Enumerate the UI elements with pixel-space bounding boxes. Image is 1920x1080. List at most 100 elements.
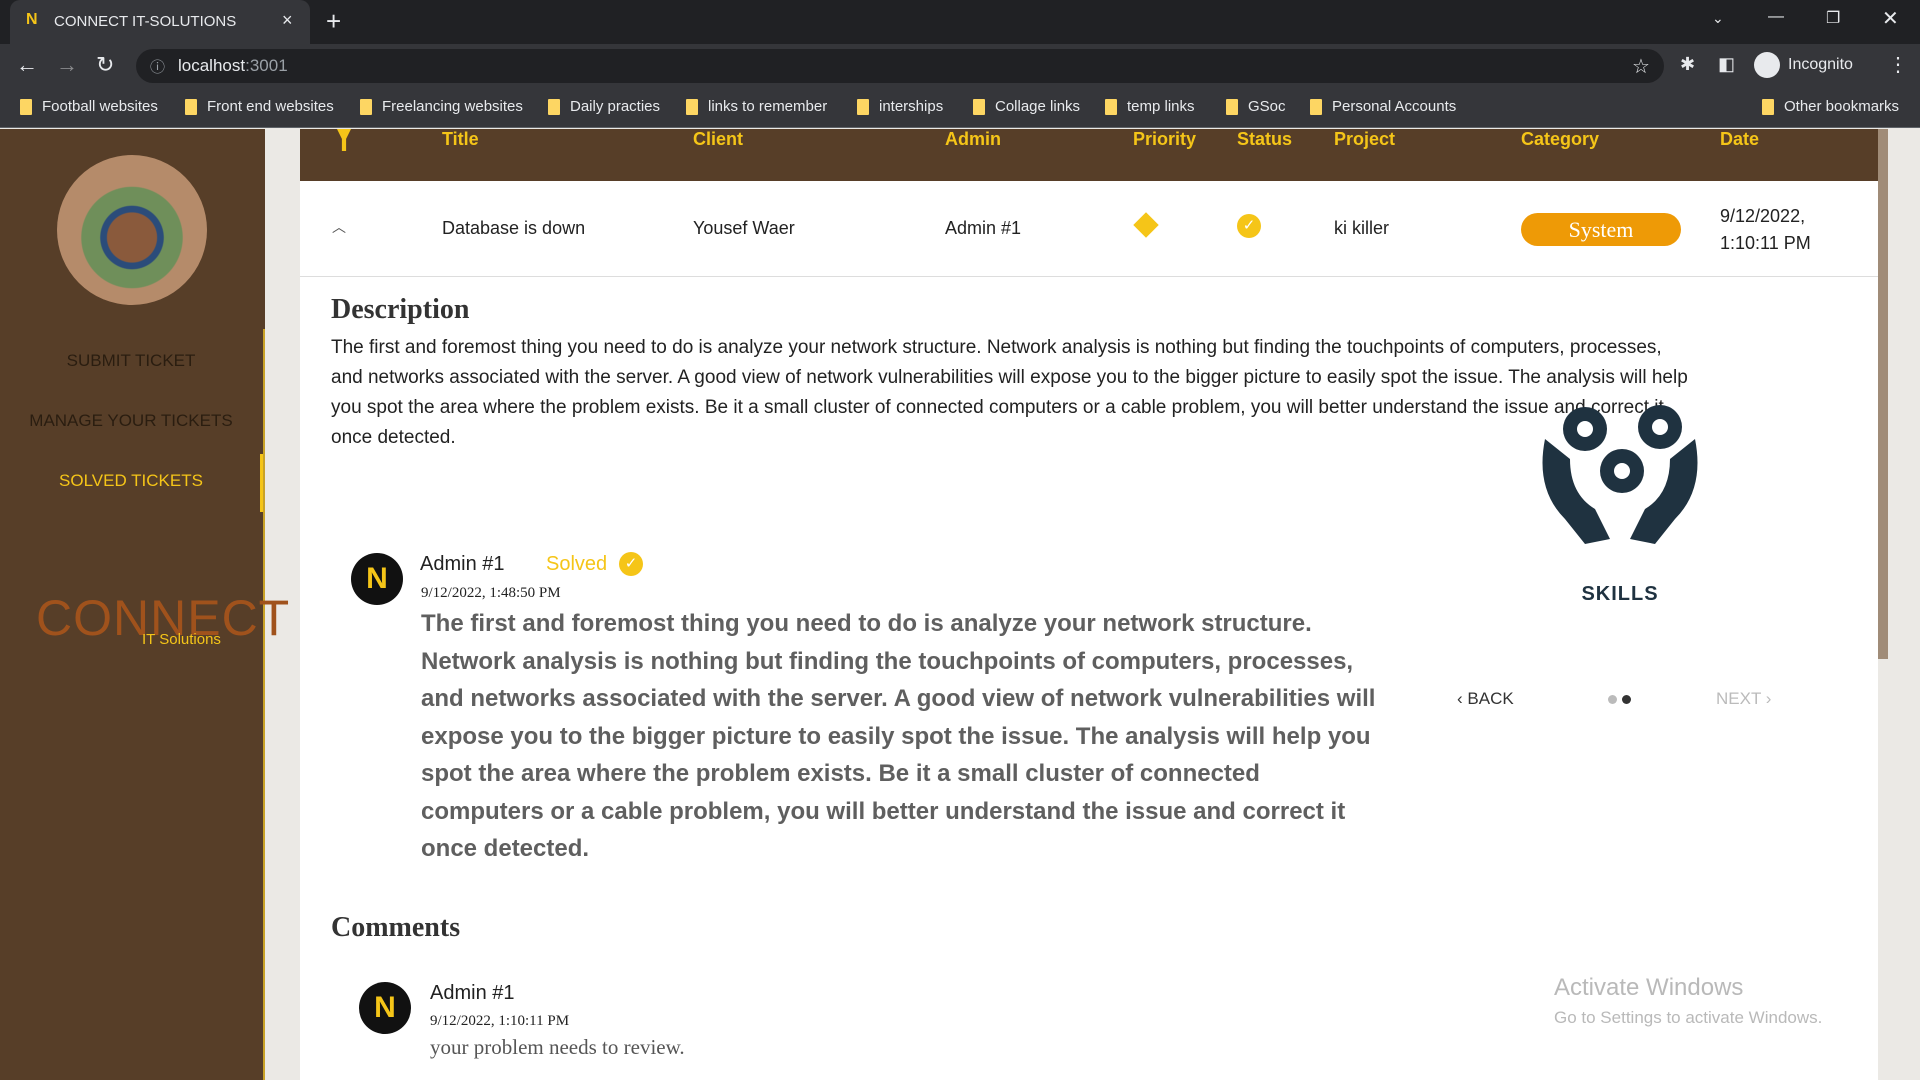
header-priority[interactable]: Priority	[1133, 129, 1196, 150]
close-window-icon[interactable]: ✕	[1882, 6, 1899, 31]
bookmark-item[interactable]: Collage links	[973, 98, 1080, 115]
date-line: 9/12/2022,	[1720, 206, 1806, 226]
table-row[interactable]: ︿ Database is down Yousef Waer Admin #1 …	[300, 181, 1878, 277]
info-icon: ⓘ	[150, 59, 166, 76]
restore-icon[interactable]: ❐	[1826, 8, 1840, 28]
close-tab-icon[interactable]: ×	[282, 10, 293, 31]
chevron-left-icon: ‹	[1457, 689, 1468, 708]
comment-timestamp: 9/12/2022, 1:10:11 PM	[430, 1013, 570, 1029]
bookmark-item[interactable]: GSoc	[1226, 98, 1286, 115]
bookmark-item[interactable]: links to remember	[686, 98, 827, 115]
favicon-icon: N	[26, 11, 38, 28]
bookmark-label: temp links	[1127, 98, 1195, 115]
url-port: :3001	[245, 56, 288, 75]
admin-avatar: N	[351, 553, 403, 605]
back-icon[interactable]: ←	[16, 52, 38, 78]
forward-icon[interactable]: →	[56, 52, 78, 78]
activation-watermark-title: Activate Windows	[1554, 974, 1744, 1001]
reload-icon[interactable]: ↻	[96, 52, 114, 78]
avatar[interactable]	[57, 155, 207, 305]
bookmark-item[interactable]: temp links	[1105, 98, 1195, 115]
bookmark-label: Collage links	[995, 98, 1081, 115]
browser-tab[interactable]: N CONNECT IT-SOLUTIONS ×	[10, 0, 310, 44]
chevron-up-icon[interactable]: ︿	[332, 217, 346, 237]
folder-icon	[1226, 98, 1238, 115]
folder-icon	[185, 98, 197, 115]
bookmark-label: Other bookmarks	[1784, 98, 1900, 115]
folder-icon	[1310, 98, 1322, 115]
sidebar-item-submit-ticket[interactable]: SUBMIT TICKET	[0, 351, 262, 371]
time-line: 1:10:11 PM	[1720, 233, 1811, 253]
header-admin[interactable]: Admin	[945, 129, 1001, 150]
activation-watermark-sub: Go to Settings to activate Windows.	[1554, 1008, 1823, 1027]
back-button[interactable]: ‹ BACK	[1457, 689, 1514, 709]
bookmark-label: Freelancing websites	[382, 98, 523, 115]
step-dot[interactable]	[1608, 695, 1617, 704]
bookmark-item[interactable]: Front end websites	[185, 98, 334, 115]
status-check-icon: ✓	[1237, 214, 1261, 238]
bookmark-item[interactable]: Football websites	[20, 98, 158, 115]
bookmark-label: GSoc	[1248, 98, 1286, 115]
cell-client: Yousef Waer	[693, 218, 795, 238]
bookmarks-bar: Football websites Front end websites Freel…	[0, 88, 1920, 128]
cell-project: ki killer	[1334, 218, 1390, 238]
new-tab-icon[interactable]: +	[326, 6, 341, 37]
comment-avatar: N	[359, 982, 411, 1034]
header-status[interactable]: Status	[1237, 129, 1292, 150]
tab-search-icon[interactable]: ⌄	[1712, 10, 1724, 27]
ticket-card: Title Client Admin Priority Status Proje…	[300, 129, 1878, 1080]
solution-status: Solved	[546, 553, 608, 575]
bookmark-label: Football websites	[42, 98, 158, 115]
solution-timestamp: 9/12/2022, 1:48:50 PM	[421, 585, 561, 601]
toolbar: ← → ↻ ⓘ localhost:3001 ☆ ✱ ◧ Incognito ⋮	[0, 44, 1920, 88]
bookmark-item[interactable]: interships	[857, 98, 943, 115]
chevron-right-icon: ›	[1761, 689, 1772, 708]
extensions-icon[interactable]: ✱	[1680, 54, 1695, 75]
bookmark-label: interships	[879, 98, 944, 115]
bookmark-item[interactable]: Daily practies	[548, 98, 660, 115]
filter-icon[interactable]	[337, 129, 351, 151]
bookmark-label: links to remember	[708, 98, 828, 115]
step-dot-active[interactable]	[1622, 695, 1631, 704]
url-host: localhost	[178, 56, 246, 75]
sidebar-item-manage-tickets[interactable]: MANAGE YOUR TICKETS	[0, 411, 262, 431]
header-project[interactable]: Project	[1334, 129, 1395, 150]
menu-icon[interactable]: ⋮	[1888, 52, 1908, 77]
solved-check-icon: ✓	[619, 552, 643, 576]
address-bar[interactable]: ⓘ localhost:3001 ☆	[136, 49, 1664, 83]
folder-icon	[360, 98, 372, 115]
logo-subtitle: IT Solutions	[142, 631, 221, 648]
comment-author: Admin #1	[430, 982, 515, 1004]
comments-heading: Comments	[331, 912, 461, 943]
incognito-icon	[1754, 52, 1780, 78]
header-date[interactable]: Date	[1720, 129, 1759, 150]
header-client[interactable]: Client	[693, 129, 743, 150]
folder-icon	[1762, 98, 1774, 115]
folder-icon	[857, 98, 869, 115]
solution-text: The first and foremost thing you need to…	[421, 610, 1376, 862]
table-header: Title Client Admin Priority Status Proje…	[300, 129, 1878, 181]
scrollbar[interactable]	[1878, 129, 1920, 1080]
bookmark-label: Front end websites	[207, 98, 334, 115]
bookmark-item[interactable]: Personal Accounts	[1310, 98, 1456, 115]
other-bookmarks[interactable]: Other bookmarks	[1762, 98, 1899, 115]
bookmark-item[interactable]: Freelancing websites	[360, 98, 523, 115]
back-label: BACK	[1467, 689, 1514, 708]
next-label: NEXT	[1716, 689, 1762, 708]
bookmark-label: Daily practies	[570, 98, 661, 115]
next-button[interactable]: NEXT ›	[1716, 689, 1771, 709]
carousel-label: SKILLS	[1581, 583, 1659, 605]
header-title[interactable]: Title	[442, 129, 479, 150]
bookmark-label: Personal Accounts	[1332, 98, 1457, 115]
scrollbar-thumb[interactable]	[1878, 129, 1888, 659]
star-icon[interactable]: ☆	[1632, 54, 1650, 79]
minimize-icon[interactable]: —	[1768, 8, 1784, 26]
profile-button[interactable]: Incognito	[1754, 52, 1853, 78]
folder-icon	[1105, 98, 1117, 115]
side-panel-icon[interactable]: ◧	[1718, 54, 1735, 75]
header-category[interactable]: Category	[1521, 129, 1599, 150]
comment-text: your problem needs to review.	[430, 1035, 685, 1059]
skills-icon	[1542, 405, 1698, 544]
solution-author: Admin #1	[420, 553, 505, 575]
sidebar-item-solved-tickets[interactable]: SOLVED TICKETS	[0, 471, 262, 491]
